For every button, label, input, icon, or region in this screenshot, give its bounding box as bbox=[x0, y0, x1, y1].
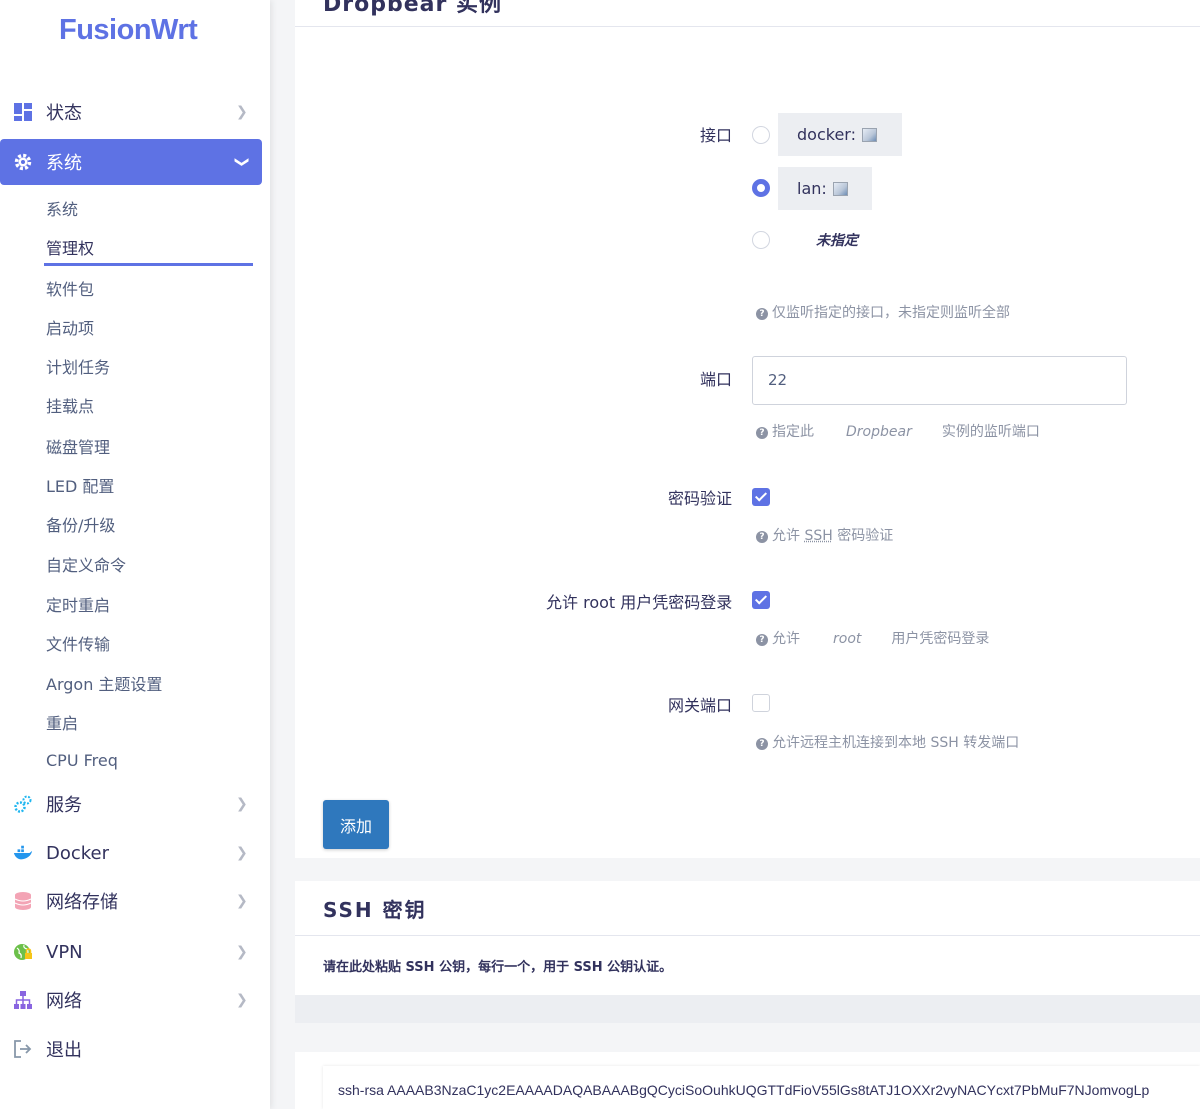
interface-option-lan[interactable]: lan: bbox=[778, 167, 872, 210]
logo: FusionWrt bbox=[59, 14, 198, 46]
password-auth-checkbox[interactable] bbox=[752, 488, 770, 506]
ssh-key-row[interactable]: ssh-rsa AAAAB3NzaC1yc2EAAAADAQABAAABgQCy… bbox=[323, 1066, 1200, 1109]
root-password-label: 允许 root 用户凭密码登录 bbox=[546, 593, 733, 612]
sitemap-icon bbox=[13, 990, 33, 1010]
nav-logout[interactable]: 退出 bbox=[0, 1026, 262, 1072]
logout-icon bbox=[13, 1039, 33, 1059]
gateway-ports-label: 网关端口 bbox=[668, 696, 733, 715]
nav-vpn[interactable]: VPN ❯ bbox=[0, 929, 262, 975]
nav-status-label: 状态 bbox=[46, 103, 82, 124]
nav-logout-label: 退出 bbox=[46, 1040, 82, 1061]
panel-header: Dropbear 实例 bbox=[295, 0, 1200, 27]
network-port-icon bbox=[861, 127, 877, 142]
nav-network-label: 网络 bbox=[46, 991, 82, 1012]
password-auth-label: 密码验证 bbox=[668, 489, 733, 508]
ssh-key-text: ssh-rsa AAAAB3NzaC1yc2EAAAADAQABAAABgQCy… bbox=[338, 1082, 1150, 1098]
chevron-right-icon: ❯ bbox=[236, 796, 248, 812]
add-button[interactable]: 添加 bbox=[323, 800, 389, 849]
root-password-checkbox[interactable] bbox=[752, 591, 770, 609]
gears-icon bbox=[13, 794, 33, 814]
nav-docker-label: Docker bbox=[46, 842, 110, 864]
help-icon: ? bbox=[756, 427, 768, 439]
dropbear-panel: Dropbear 实例 bbox=[295, 0, 1200, 858]
sub-item-timed-reboot[interactable]: 定时重启 bbox=[46, 592, 110, 616]
interface-docker-label: docker: bbox=[797, 125, 856, 144]
ssh-keys-title: SSH 密钥 bbox=[323, 898, 427, 922]
chevron-down-icon: ❯ bbox=[233, 156, 250, 168]
database-icon bbox=[13, 891, 33, 911]
nav-status[interactable]: 状态 ❯ bbox=[0, 89, 262, 135]
help-icon: ? bbox=[756, 634, 768, 646]
sub-item-disk[interactable]: 磁盘管理 bbox=[46, 434, 110, 458]
sub-item-commands[interactable]: 自定义命令 bbox=[46, 552, 126, 576]
help-icon: ? bbox=[756, 308, 768, 320]
nav-network[interactable]: 网络 ❯ bbox=[0, 977, 262, 1023]
sub-item-cpufreq[interactable]: CPU Freq bbox=[46, 751, 118, 770]
chevron-right-icon: ❯ bbox=[236, 845, 248, 861]
nav-services-label: 服务 bbox=[46, 795, 82, 816]
divider bbox=[295, 935, 1200, 936]
interface-lan-label: lan: bbox=[797, 179, 827, 198]
nav-nas-label: 网络存储 bbox=[46, 892, 118, 913]
sub-item-file-transfer[interactable]: 文件传输 bbox=[46, 631, 110, 655]
gateway-ports-checkbox[interactable] bbox=[752, 694, 770, 712]
chevron-right-icon: ❯ bbox=[236, 104, 248, 120]
port-label: 端口 bbox=[700, 370, 733, 389]
nav-system-label: 系统 bbox=[46, 153, 82, 174]
password-auth-hint: ? 允许 SSH 密码验证 bbox=[756, 525, 893, 545]
port-hint: ? 指定此 Dropbear 实例的监听端口 bbox=[756, 421, 1040, 441]
dashboard-icon bbox=[13, 102, 33, 122]
interface-radio-lan[interactable] bbox=[752, 179, 770, 197]
sub-item-crontab[interactable]: 计划任务 bbox=[46, 354, 110, 378]
sub-item-startup[interactable]: 启动项 bbox=[46, 315, 94, 339]
ssh-keys-description: 请在此处粘贴 SSH 公钥，每行一个，用于 SSH 公钥认证。 bbox=[323, 960, 673, 975]
nav-services[interactable]: 服务 ❯ bbox=[0, 781, 262, 827]
docker-whale-icon bbox=[13, 843, 33, 863]
globe-lock-icon bbox=[13, 942, 33, 962]
help-icon: ? bbox=[756, 738, 768, 750]
gear-icon bbox=[13, 152, 33, 172]
gateway-ports-hint: ? 允许远程主机连接到本地 SSH 转发端口 bbox=[756, 732, 1019, 752]
sub-item-system[interactable]: 系统 bbox=[46, 196, 78, 220]
chevron-right-icon: ❯ bbox=[236, 944, 248, 960]
nav-system[interactable]: 系统 ❯ bbox=[0, 139, 262, 185]
sub-item-packages[interactable]: 软件包 bbox=[46, 276, 94, 300]
interface-hint: ? 仅监听指定的接口，未指定则监听全部 bbox=[756, 302, 1010, 322]
sub-item-led[interactable]: LED 配置 bbox=[46, 473, 114, 497]
interface-unspecified-label: 未指定 bbox=[816, 233, 858, 249]
root-password-hint: ? 允许 root 用户凭密码登录 bbox=[756, 628, 989, 648]
nav-vpn-label: VPN bbox=[46, 941, 83, 963]
interface-radio-unspecified[interactable] bbox=[752, 231, 770, 249]
sub-item-admin[interactable]: 管理权 bbox=[46, 235, 94, 259]
keys-table-spacer bbox=[295, 1023, 1200, 1052]
interface-label: 接口 bbox=[700, 126, 733, 145]
section-title: Dropbear 实例 bbox=[323, 0, 502, 17]
interface-option-docker[interactable]: docker: bbox=[778, 113, 902, 156]
active-indicator bbox=[44, 263, 253, 266]
chevron-right-icon: ❯ bbox=[236, 992, 248, 1008]
interface-radio-docker[interactable] bbox=[752, 126, 770, 144]
sub-item-argon[interactable]: Argon 主题设置 bbox=[46, 671, 162, 695]
sub-item-backup[interactable]: 备份/升级 bbox=[46, 512, 115, 536]
sub-item-reboot[interactable]: 重启 bbox=[46, 710, 78, 734]
chevron-right-icon: ❯ bbox=[236, 893, 248, 909]
nav-nas[interactable]: 网络存储 ❯ bbox=[0, 878, 262, 924]
sub-item-mounts[interactable]: 挂载点 bbox=[46, 393, 94, 417]
port-input[interactable]: 22 bbox=[752, 356, 1127, 405]
nav-docker[interactable]: Docker ❯ bbox=[0, 830, 262, 876]
sidebar: FusionWrt 状态 ❯ 系统 ❯ 系统 管理权 软件包 启动项 计划任务 … bbox=[0, 0, 270, 1109]
ssh-keys-panel: SSH 密钥 请在此处粘贴 SSH 公钥，每行一个，用于 SSH 公钥认证。 s… bbox=[295, 881, 1200, 1109]
network-port-icon bbox=[832, 181, 848, 196]
help-icon: ? bbox=[756, 531, 768, 543]
